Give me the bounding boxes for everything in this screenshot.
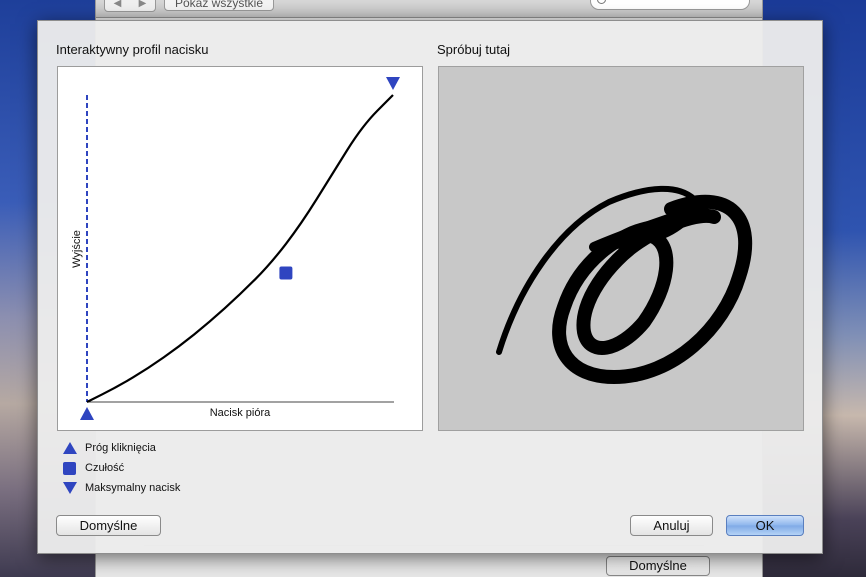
legend-label: Próg kliknięcia bbox=[85, 442, 156, 454]
pressure-curve-graph[interactable]: Nacisk pióra Wyjście bbox=[57, 66, 423, 431]
triangle-up-icon bbox=[63, 442, 77, 454]
pressure-curve-svg[interactable]: Nacisk pióra Wyjście bbox=[58, 67, 424, 432]
parent-toolbar: ◀ ▶ Pokaż wszystkie bbox=[96, 0, 762, 18]
legend-sensitivity: Czułość bbox=[63, 458, 180, 478]
legend-label: Maksymalny nacisk bbox=[85, 482, 181, 494]
max-pressure-handle[interactable] bbox=[386, 77, 400, 90]
click-threshold-handle[interactable] bbox=[80, 407, 94, 420]
y-axis-label: Wyjście bbox=[71, 230, 83, 268]
ok-button[interactable]: OK bbox=[726, 515, 804, 536]
legend-max-pressure: Maksymalny nacisk bbox=[63, 478, 180, 498]
x-axis-label: Nacisk pióra bbox=[210, 407, 271, 419]
parent-defaults-button[interactable]: Domyślne bbox=[606, 556, 710, 576]
legend-label: Czułość bbox=[85, 462, 125, 474]
graph-legend: Próg kliknięcia Czułość Maksymalny nacis… bbox=[63, 438, 180, 498]
pressure-curve bbox=[86, 94, 394, 403]
try-here-title: Spróbuj tutaj bbox=[437, 42, 510, 57]
pressure-profile-sheet: Interaktywny profil nacisku Spróbuj tuta… bbox=[37, 20, 823, 554]
legend-click-threshold: Próg kliknięcia bbox=[63, 438, 180, 458]
forward-arrow-icon[interactable]: ▶ bbox=[130, 0, 155, 11]
try-here-drawing-area[interactable] bbox=[438, 66, 804, 431]
sensitivity-handle[interactable] bbox=[279, 266, 293, 280]
triangle-down-icon bbox=[63, 482, 77, 494]
cancel-button[interactable]: Anuluj bbox=[630, 515, 713, 536]
search-icon bbox=[597, 0, 606, 4]
parent-search-field[interactable] bbox=[590, 0, 750, 10]
parent-nav-buttons[interactable]: ◀ ▶ bbox=[104, 0, 156, 12]
scribble-drawing bbox=[496, 185, 753, 385]
show-all-button[interactable]: Pokaż wszystkie bbox=[164, 0, 275, 11]
back-arrow-icon[interactable]: ◀ bbox=[105, 0, 130, 11]
pressure-profile-title: Interaktywny profil nacisku bbox=[56, 42, 209, 57]
defaults-button[interactable]: Domyślne bbox=[56, 515, 161, 536]
square-icon bbox=[63, 461, 76, 475]
scribble-stroke-loop2 bbox=[576, 209, 721, 355]
